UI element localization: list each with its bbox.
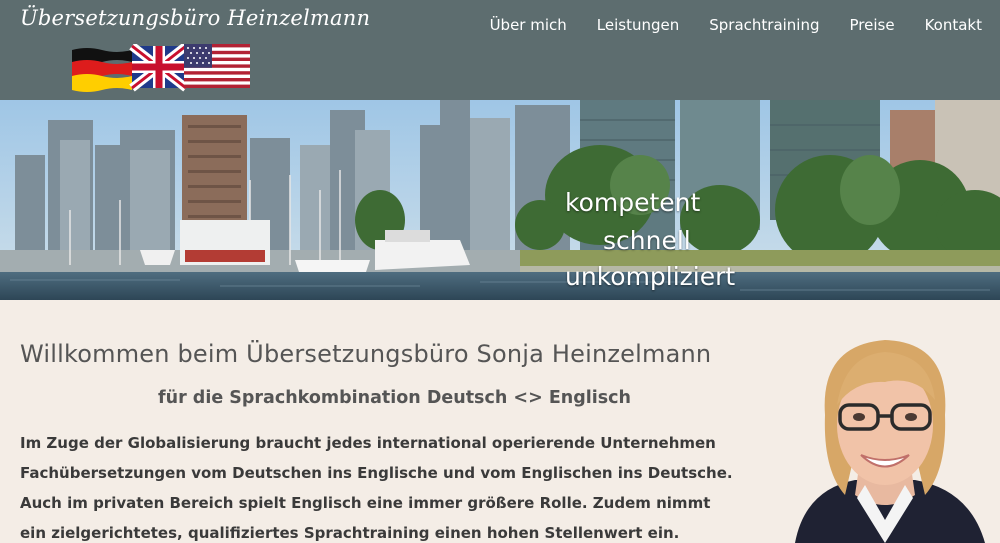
main-content: Willkommen beim Übersetzungsbüro Sonja H… [0,300,1000,543]
page-subtitle: für die Sprachkombination Deutsch <> Eng… [158,388,632,408]
nav-item-preise[interactable]: Preise [850,16,895,34]
site-logo-link[interactable]: Übersetzungsbüro Heinzelmann [20,6,370,30]
nav-item-ueber-mich[interactable]: Über mich [490,16,567,34]
tagline-schnell: schnell [603,226,691,255]
hero-banner: kompetent schnell unkompliziert [0,100,1000,300]
page-title: Willkommen beim Übersetzungsbüro Sonja H… [20,340,712,368]
site-header: Übersetzungsbüro Heinzelmann Über mich L… [0,0,1000,100]
main-navigation: Über mich Leistungen Sprachtraining Prei… [490,16,982,34]
city-harbor-image [0,100,1000,300]
us-flag-icon [184,44,250,88]
tagline-unkompliziert: unkompliziert [565,262,736,291]
language-flags [72,44,250,92]
tagline-kompetent: kompetent [565,188,701,217]
german-flag-icon [72,48,132,92]
nav-item-kontakt[interactable]: Kontakt [925,16,982,34]
uk-flag-icon [129,44,189,92]
portrait-photo [795,340,985,543]
intro-paragraph: Im Zuge der Globalisierung braucht jedes… [20,434,733,542]
nav-item-sprachtraining[interactable]: Sprachtraining [709,16,819,34]
nav-item-leistungen[interactable]: Leistungen [597,16,679,34]
